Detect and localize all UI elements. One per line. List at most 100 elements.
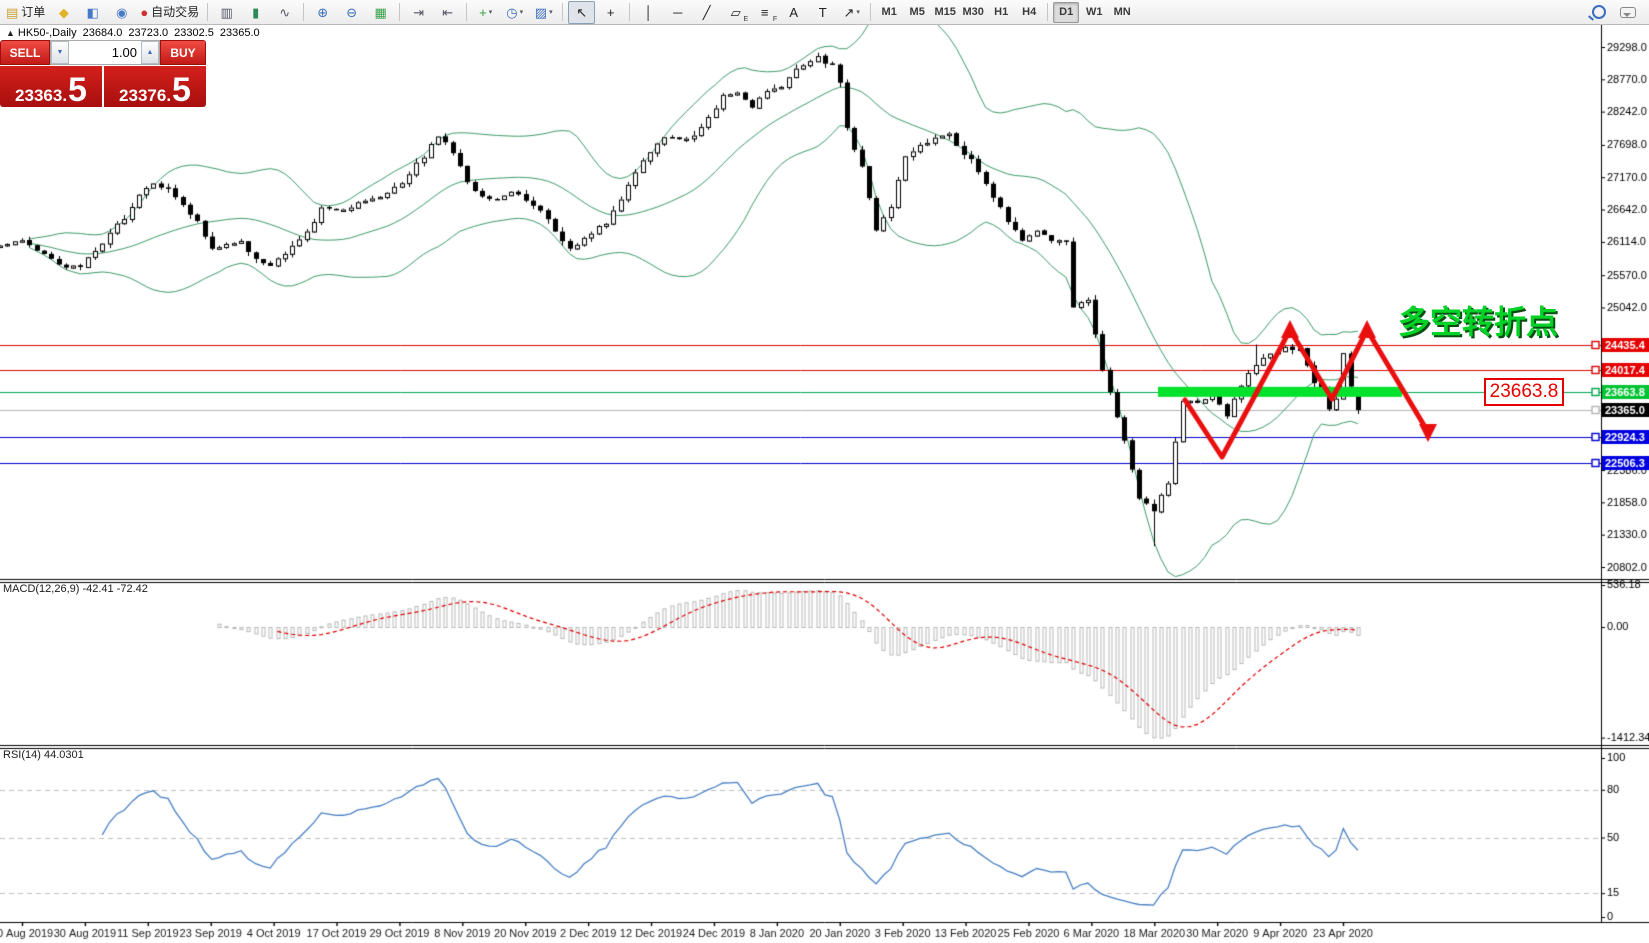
text-tool[interactable]: A bbox=[780, 1, 807, 24]
volume-input[interactable] bbox=[69, 41, 141, 64]
vertical-line-tool[interactable]: │ bbox=[635, 1, 662, 24]
zoom-in-icon[interactable]: ⊕ bbox=[309, 1, 336, 24]
high-value: 23723.0 bbox=[128, 27, 168, 39]
timeframe-H1[interactable]: H1 bbox=[988, 2, 1014, 23]
indicators-glyph: + bbox=[479, 6, 487, 19]
tool-sub-letter: F bbox=[773, 16, 777, 23]
dropdown-arrow-icon[interactable]: ▾ bbox=[549, 9, 553, 16]
crosshair-glyph: + bbox=[607, 6, 615, 19]
fibonacci-tool[interactable]: ≡F bbox=[751, 1, 778, 24]
price-level-callout[interactable]: 23663.8 bbox=[1484, 378, 1564, 406]
bar-chart-mode-icon-glyph: ▥ bbox=[221, 6, 233, 19]
chart-shift-icon[interactable]: ⇤ bbox=[434, 1, 461, 24]
toolbar-separator bbox=[629, 3, 630, 21]
toolbar-separator bbox=[562, 3, 563, 21]
buy-price[interactable]: 23376.5 bbox=[104, 66, 206, 107]
toolbar-separator bbox=[303, 3, 304, 21]
text-label-tool[interactable]: T bbox=[809, 1, 836, 24]
timeframe-M1[interactable]: M1 bbox=[876, 2, 902, 23]
search-icon bbox=[1592, 5, 1606, 19]
trendline-tool[interactable]: ╱ bbox=[693, 1, 720, 24]
sell-price[interactable]: 23363.5 bbox=[0, 66, 102, 107]
new-order-glyph: ▤ bbox=[6, 6, 18, 19]
turning-point-annotation[interactable]: 多空转折点 bbox=[1398, 297, 1558, 343]
timeframe-D1[interactable]: D1 bbox=[1053, 2, 1079, 23]
sell-price-pip: 5 bbox=[68, 77, 87, 104]
autotrading-button[interactable]: ●自动交易 bbox=[137, 1, 202, 24]
search-button[interactable] bbox=[1585, 1, 1612, 24]
dropdown-arrow-icon[interactable]: ▾ bbox=[856, 9, 860, 16]
chart-profile-icon-glyph: ◆ bbox=[59, 6, 69, 19]
toolbar-separator bbox=[870, 3, 871, 21]
price-chart-canvas[interactable] bbox=[0, 25, 1649, 943]
chat-icon bbox=[1620, 7, 1636, 18]
one-click-trading-widget: SELL ▼ ▲ BUY 23363.5 23376.5 bbox=[0, 40, 206, 107]
volume-spinner: ▼ ▲ bbox=[50, 40, 160, 65]
chart-profile-icon[interactable]: ◆ bbox=[50, 1, 77, 24]
auto-scroll-icon[interactable]: ⇥ bbox=[405, 1, 432, 24]
timeframe-M5[interactable]: M5 bbox=[904, 2, 930, 23]
channel-glyph: ▱ bbox=[731, 6, 741, 19]
dropdown-arrow-icon[interactable]: ▾ bbox=[520, 9, 524, 16]
line-chart-mode-icon[interactable]: ∿ bbox=[271, 1, 298, 24]
horizontal-line-glyph: ─ bbox=[673, 6, 682, 19]
zoom-out-icon[interactable]: ⊖ bbox=[338, 1, 365, 24]
tile-windows-icon-glyph: ▦ bbox=[375, 6, 387, 19]
toolbar-separator bbox=[399, 3, 400, 21]
market-watch-icon[interactable]: ◧ bbox=[79, 1, 106, 24]
arrows-glyph: ↗ bbox=[843, 6, 854, 19]
close-value: 23365.0 bbox=[220, 27, 260, 39]
templates-button[interactable]: ▨▾ bbox=[530, 1, 557, 24]
cursor-glyph: ↖ bbox=[576, 6, 587, 19]
timeframe-M30[interactable]: M30 bbox=[960, 2, 986, 23]
indicators-button[interactable]: +▾ bbox=[472, 1, 499, 24]
fibonacci-glyph: ≡ bbox=[761, 6, 769, 19]
toolbar-separator bbox=[207, 3, 208, 21]
volume-up-icon[interactable]: ▲ bbox=[141, 41, 159, 64]
arrows-tool[interactable]: ↗▾ bbox=[838, 1, 865, 24]
buy-button[interactable]: BUY bbox=[160, 40, 206, 65]
buy-price-main: 23376 bbox=[119, 87, 166, 104]
open-value: 23684.0 bbox=[83, 27, 123, 39]
horizontal-line-tool[interactable]: ─ bbox=[664, 1, 691, 24]
cursor-tool[interactable]: ↖ bbox=[568, 1, 595, 24]
direction-icon: ▲ bbox=[6, 28, 15, 38]
chart-header: ▲HK50-,Daily 23684.0 23723.0 23302.5 23365.0 bbox=[6, 27, 266, 39]
text-glyph: A bbox=[789, 6, 798, 19]
dropdown-arrow-icon[interactable]: ▾ bbox=[489, 9, 493, 16]
new-order-button[interactable]: ▤订单 bbox=[3, 1, 48, 24]
buy-price-pip: 5 bbox=[172, 77, 191, 104]
sell-price-main: 23363 bbox=[15, 87, 62, 104]
zoom-out-icon-glyph: ⊖ bbox=[346, 6, 357, 19]
timeframe-H4[interactable]: H4 bbox=[1016, 2, 1042, 23]
symbol-period-label: HK50-,Daily bbox=[18, 27, 77, 39]
zoom-in-icon-glyph: ⊕ bbox=[317, 6, 328, 19]
timeframe-M15[interactable]: M15 bbox=[932, 2, 958, 23]
periods-button[interactable]: ◷▾ bbox=[501, 1, 528, 24]
timeframe-W1[interactable]: W1 bbox=[1081, 2, 1107, 23]
tool-sub-letter: E bbox=[744, 16, 749, 23]
crosshair-tool[interactable]: + bbox=[597, 1, 624, 24]
toolbar: ▤订单◆◧◉●自动交易▥▮∿⊕⊖▦⇥⇤+▾◷▾▨▾↖+│─╱▱E≡FAT↗▾ M… bbox=[0, 0, 1649, 25]
toolbar-buttons: ▤订单◆◧◉●自动交易▥▮∿⊕⊖▦⇥⇤+▾◷▾▨▾↖+│─╱▱E≡FAT↗▾ bbox=[2, 1, 875, 24]
candle-chart-mode-icon-glyph: ▮ bbox=[252, 6, 259, 19]
tile-windows-icon[interactable]: ▦ bbox=[367, 1, 394, 24]
bar-chart-mode-icon[interactable]: ▥ bbox=[213, 1, 240, 24]
chat-button[interactable] bbox=[1614, 1, 1641, 24]
trendline-glyph: ╱ bbox=[703, 6, 711, 19]
channel-tool[interactable]: ▱E bbox=[722, 1, 749, 24]
low-value: 23302.5 bbox=[174, 27, 214, 39]
periods-glyph: ◷ bbox=[506, 6, 517, 19]
market-watch-icon-glyph: ◧ bbox=[87, 6, 99, 19]
volume-down-icon[interactable]: ▼ bbox=[51, 41, 69, 64]
timeframe-bar: M1M5M15M30H1H4 D1W1MN bbox=[875, 2, 1136, 23]
line-chart-mode-icon-glyph: ∿ bbox=[279, 6, 290, 19]
new-order-button-label: 订单 bbox=[21, 6, 45, 18]
timeframe-MN[interactable]: MN bbox=[1109, 2, 1135, 23]
auto-scroll-icon-glyph: ⇥ bbox=[413, 6, 424, 19]
text-label-glyph: T bbox=[819, 6, 827, 19]
candle-chart-mode-icon[interactable]: ▮ bbox=[242, 1, 269, 24]
sell-button[interactable]: SELL bbox=[0, 40, 50, 65]
autotrading-button-label: 自动交易 bbox=[151, 6, 199, 18]
navigator-icon[interactable]: ◉ bbox=[108, 1, 135, 24]
